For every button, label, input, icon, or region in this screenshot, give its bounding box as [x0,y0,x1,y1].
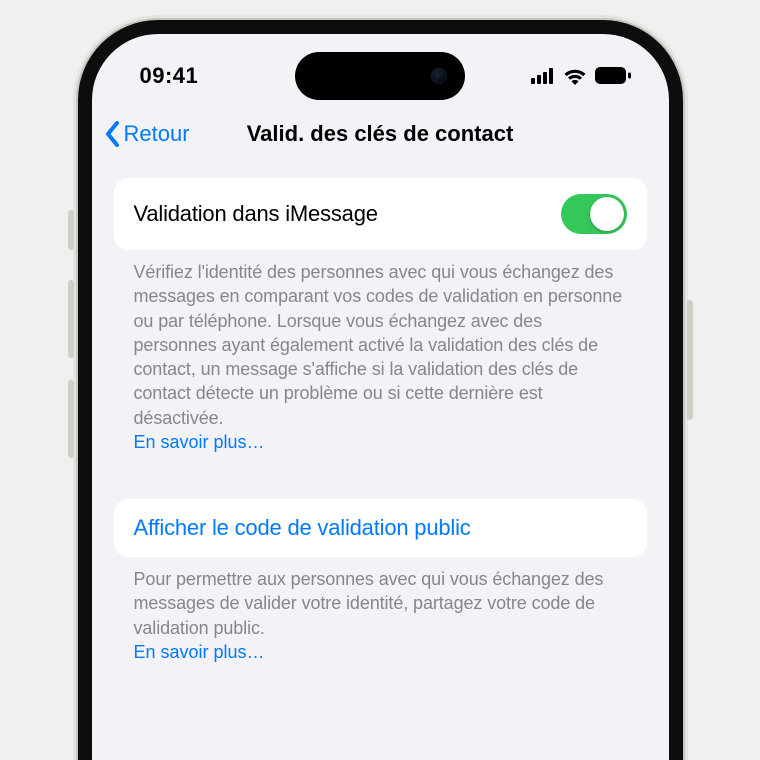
spacer [114,473,647,499]
phone-frame: 09:41 [78,20,683,760]
status-icons [531,67,631,85]
dynamic-island [295,52,465,100]
nav-bar: Retour Valid. des clés de contact [92,106,669,162]
cellular-icon [531,68,555,84]
show-public-code-cell[interactable]: Afficher le code de validation public [114,499,647,557]
show-public-code-label: Afficher le code de validation public [134,515,627,541]
status-time: 09:41 [140,63,199,89]
imessage-validation-cell: Validation dans iMessage [114,178,647,250]
side-button [68,210,74,250]
volume-up-button [68,280,74,358]
front-camera [431,68,447,84]
content: Validation dans iMessage Vérifiez l'iden… [92,162,669,683]
learn-more-link-1[interactable]: En savoir plus… [114,430,647,473]
back-label: Retour [124,121,190,147]
imessage-validation-toggle[interactable] [561,194,627,234]
learn-more-link-2[interactable]: En savoir plus… [114,640,647,683]
imessage-validation-footer: Vérifiez l'identité des personnes avec q… [114,250,647,430]
chevron-left-icon [104,120,120,148]
image-container: 09:41 [0,0,760,760]
public-code-footer: Pour permettre aux personnes avec qui vo… [114,557,647,640]
wifi-icon [563,67,587,85]
back-button[interactable]: Retour [104,120,190,148]
power-button [687,300,693,420]
volume-down-button [68,380,74,458]
toggle-knob [590,197,624,231]
imessage-validation-label: Validation dans iMessage [134,201,378,227]
screen: 09:41 [92,34,669,760]
battery-icon [595,67,631,85]
